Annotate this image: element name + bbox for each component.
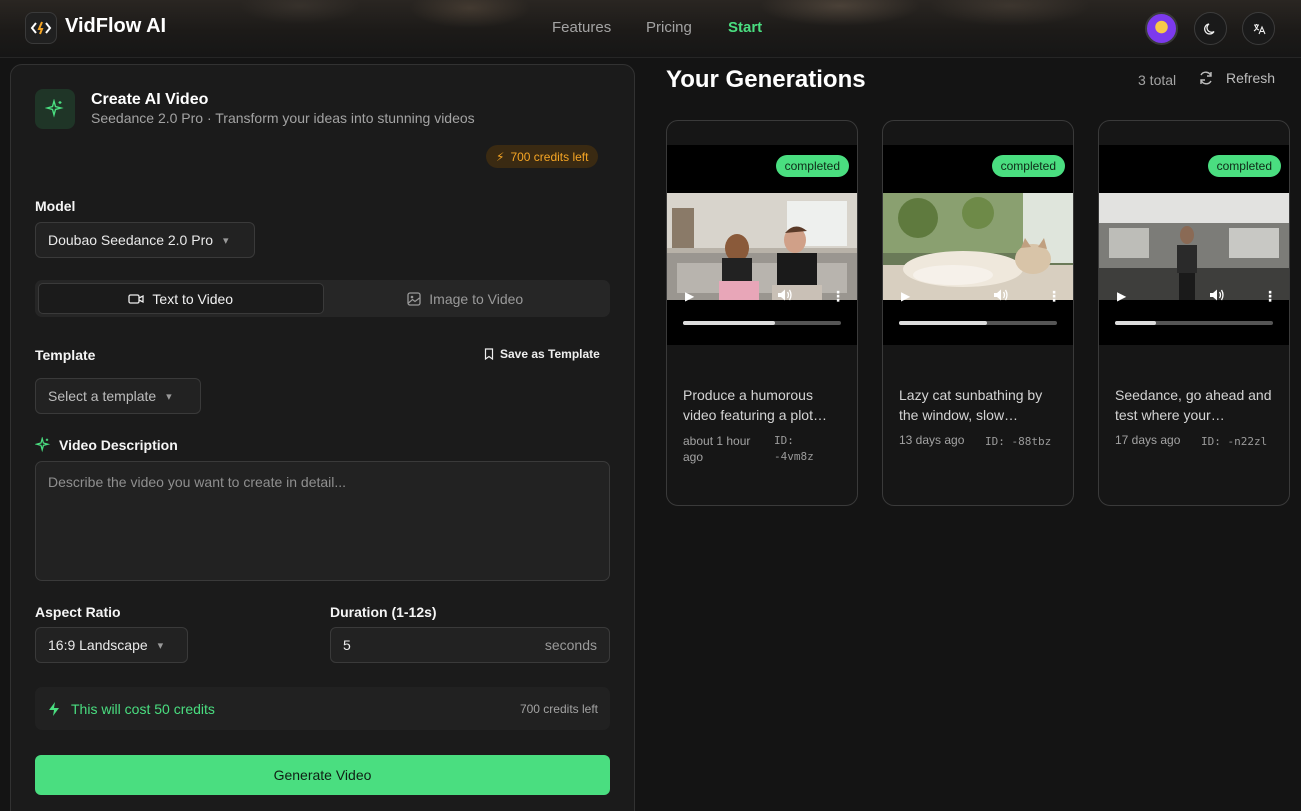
model-select[interactable]: Doubao Seedance 2.0 Pro ▾ — [35, 222, 255, 258]
aspect-ratio-label: Aspect Ratio — [35, 604, 121, 620]
nav-features[interactable]: Features — [552, 19, 611, 36]
chevron-down-icon: ▾ — [157, 639, 164, 652]
model-label: Model — [35, 198, 76, 214]
tab-text-to-video[interactable]: Text to Video — [38, 283, 324, 314]
lightning-icon: ⚡ — [496, 149, 505, 164]
tab-image-to-video[interactable]: Image to Video — [324, 283, 608, 314]
status-badge: completed — [775, 155, 849, 177]
top-navbar: VidFlow AI Features Pricing Start — [0, 0, 1301, 58]
video-description-textarea[interactable]: Describe the video you want to create in… — [35, 461, 610, 581]
description-label: Video Description — [59, 437, 178, 453]
cost-summary: This will cost 50 credits 700 credits le… — [35, 687, 610, 730]
image-icon — [407, 291, 421, 306]
aspect-ratio-select[interactable]: 16:9 Landscape ▾ — [35, 627, 188, 663]
template-select-placeholder: Select a template — [48, 388, 157, 404]
status-badge: completed — [991, 155, 1065, 177]
nav-pricing[interactable]: Pricing — [646, 19, 692, 36]
bookmark-icon — [484, 348, 494, 360]
mode-tabs: Text to Video Image to Video — [35, 280, 610, 317]
generation-card[interactable]: completed ▶ ⋮ Lazy cat sunbathing by the… — [882, 120, 1074, 506]
duration-label: Duration (1-12s) — [330, 604, 437, 620]
cost-credits-left: 700 credits left — [519, 701, 598, 716]
generation-id: ID: -n22zl — [1201, 435, 1268, 448]
lightning-icon — [49, 701, 59, 716]
nav-start[interactable]: Start — [728, 19, 762, 36]
refresh-icon — [1200, 71, 1212, 85]
theme-toggle-moon-icon[interactable] — [1194, 12, 1227, 45]
generation-description: Produce a humorous video featuring a plo… — [683, 387, 827, 423]
credits-badge: ⚡ 700 credits left — [486, 145, 599, 168]
video-progress-bar[interactable] — [899, 321, 1057, 325]
generation-time: about 1 hour ago — [683, 434, 751, 464]
generation-id: ID: -4vm8z — [774, 434, 814, 463]
video-progress-bar[interactable] — [683, 321, 841, 325]
panel-title: Create AI Video — [91, 91, 209, 108]
volume-icon[interactable] — [993, 288, 1009, 305]
template-label: Template — [35, 347, 96, 363]
panel-subtitle: Seedance 2.0 Pro · Transform your ideas … — [91, 110, 475, 126]
tab-image-to-video-label: Image to Video — [429, 290, 524, 307]
video-thumbnail — [883, 193, 1073, 300]
save-template-label: Save as Template — [500, 347, 600, 361]
sparkles-icon — [35, 89, 75, 129]
generation-card[interactable]: completed ▶ ⋮ Produce a humorous video f… — [666, 120, 858, 506]
chevron-down-icon: ▾ — [223, 234, 229, 247]
refresh-label: Refresh — [1226, 70, 1276, 86]
video-progress-bar[interactable] — [1115, 321, 1273, 325]
video-progress-fill — [899, 321, 988, 325]
generation-description: Seedance, go ahead and test where your… — [1115, 387, 1272, 423]
generation-description: Lazy cat sunbathing by the window, slow… — [899, 387, 1043, 423]
generations-title: Your Generations — [666, 66, 866, 93]
video-player[interactable]: completed ▶ ⋮ — [1099, 145, 1289, 345]
video-player[interactable]: completed ▶ ⋮ — [883, 145, 1073, 345]
status-badge: completed — [1207, 155, 1281, 177]
duration-unit: seconds — [544, 637, 597, 653]
template-select[interactable]: Select a template ▾ — [35, 378, 201, 414]
video-progress-fill — [1115, 321, 1157, 325]
aspect-ratio-value: 16:9 Landscape — [48, 637, 148, 653]
refresh-button[interactable]: Refresh — [1198, 70, 1275, 86]
duration-value: 5 — [343, 637, 351, 653]
language-icon[interactable] — [1242, 12, 1275, 45]
avatar[interactable] — [1145, 12, 1178, 45]
video-progress-fill — [683, 321, 775, 325]
play-icon[interactable]: ▶ — [1117, 289, 1126, 303]
generation-time: 17 days ago — [1115, 433, 1181, 447]
play-icon[interactable]: ▶ — [901, 289, 910, 303]
video-thumbnail — [1099, 193, 1289, 300]
logo-icon[interactable] — [25, 12, 57, 44]
create-video-panel: Create AI Video Seedance 2.0 Pro · Trans… — [10, 64, 635, 811]
more-options-icon[interactable]: ⋮ — [1047, 288, 1061, 305]
description-label-row: Video Description — [35, 437, 178, 453]
cost-text: This will cost 50 credits — [71, 700, 215, 717]
generations-total: 3 total — [1138, 72, 1177, 88]
tab-text-to-video-label: Text to Video — [152, 290, 234, 307]
video-camera-icon — [128, 293, 145, 304]
brand-name[interactable]: VidFlow AI — [65, 15, 166, 38]
credits-badge-text: 700 credits left — [510, 149, 589, 164]
generation-card[interactable]: completed ▶ ⋮ Seedance, go ahead and tes… — [1098, 120, 1290, 506]
generation-id: ID: -88tbz — [985, 435, 1052, 448]
volume-icon[interactable] — [777, 288, 793, 305]
generation-time: 13 days ago — [899, 433, 965, 447]
model-select-value: Doubao Seedance 2.0 Pro — [48, 232, 214, 248]
video-player[interactable]: completed ▶ ⋮ — [667, 145, 857, 345]
chevron-down-icon: ▾ — [166, 390, 172, 403]
video-thumbnail — [667, 193, 857, 300]
generate-video-button[interactable]: Generate Video — [35, 755, 610, 795]
volume-icon[interactable] — [1209, 288, 1225, 305]
play-icon[interactable]: ▶ — [685, 289, 694, 303]
duration-input[interactable]: 5 seconds — [330, 627, 610, 663]
save-template-button[interactable]: Save as Template — [484, 347, 600, 361]
more-options-icon[interactable]: ⋮ — [1263, 288, 1277, 305]
sparkles-icon — [35, 437, 51, 453]
more-options-icon[interactable]: ⋮ — [831, 288, 845, 305]
